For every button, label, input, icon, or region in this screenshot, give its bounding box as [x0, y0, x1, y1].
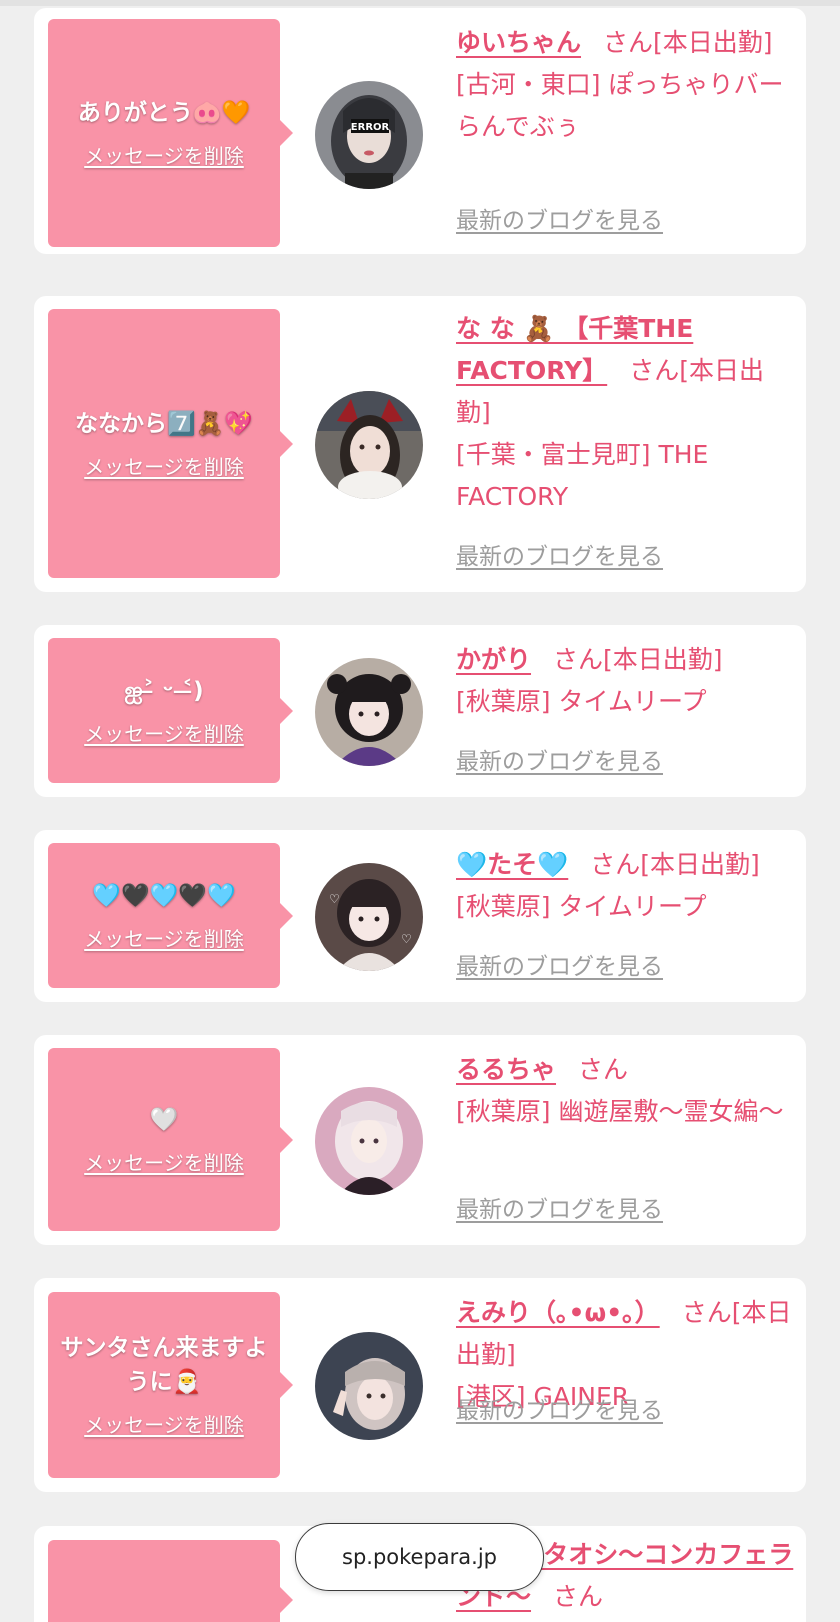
top-edge — [0, 0, 840, 6]
shop-name[interactable]: [千葉・富士見町] THE FACTORY — [456, 440, 708, 511]
shop-name[interactable]: [古河・東口] ぽっちゃりバー らんでぶぅ — [456, 70, 783, 141]
message-bubble: 🩵🖤🩵🖤🩵 メッセージを削除 — [48, 843, 293, 988]
cast-name-link[interactable]: ゆいちゃん — [456, 28, 581, 57]
message-bubble — [48, 1540, 293, 1622]
avatar[interactable] — [315, 1087, 423, 1195]
latest-blog-link[interactable]: 最新のブログを見る — [456, 205, 663, 237]
avatar-photo — [315, 658, 423, 766]
san-suffix: さん — [590, 850, 641, 879]
avatar[interactable] — [315, 391, 423, 499]
shop-name[interactable]: [秋葉原] 幽遊屋敷〜霊女編〜 — [456, 1097, 783, 1126]
message-bubble: ஐ˃̶ ᵕ ˂̶) メッセージを削除 — [48, 638, 293, 783]
latest-blog-link[interactable]: 最新のブログを見る — [456, 1194, 663, 1226]
avatar-photo: ERROR — [315, 81, 423, 189]
message-text: ありがとう🐽🧡 — [77, 100, 251, 126]
svg-text:♡: ♡ — [329, 892, 340, 906]
work-status: [本日出勤] — [603, 645, 723, 674]
message-bubble: ななから7️⃣🧸💖 メッセージを削除 — [48, 309, 293, 578]
svg-text:♡: ♡ — [401, 932, 412, 946]
message-text: ななから7️⃣🧸💖 — [75, 410, 253, 437]
message-bubble: 🤍 メッセージを削除 — [48, 1048, 293, 1231]
work-status: [本日出勤] — [653, 28, 773, 57]
latest-blog-link[interactable]: 最新のブログを見る — [456, 1395, 663, 1427]
page: ありがとう🐽🧡 メッセージを削除 ERROR ゆいちゃん さん[本日出勤] [古河… — [0, 0, 840, 1622]
list-item: ஐ˃̶ ᵕ ˂̶) メッセージを削除 かがり さん[本日出勤] [秋葉原] タイム… — [34, 625, 806, 797]
list-item: 🩵🖤🩵🖤🩵 メッセージを削除 ♡ ♡ 🩵たそ🩵 さん[本日出勤] [秋葉原] タイ… — [34, 830, 806, 1002]
cast-name-link[interactable]: るるちゃ — [456, 1055, 556, 1084]
list-item: ありがとう🐽🧡 メッセージを削除 ERROR ゆいちゃん さん[本日出勤] [古河… — [34, 8, 806, 254]
delete-message-link[interactable]: メッセージを削除 — [84, 142, 244, 170]
san-suffix: さん — [603, 28, 654, 57]
work-status: [本日出勤] — [640, 850, 760, 879]
avatar-photo — [315, 1332, 423, 1440]
url-bar[interactable]: sp.pokepara.jp — [295, 1523, 544, 1591]
latest-blog-link[interactable]: 最新のブログを見る — [456, 746, 663, 778]
cast-name-link[interactable]: かがり — [456, 645, 531, 674]
san-suffix: さん — [553, 1582, 604, 1611]
latest-blog-link[interactable]: 最新のブログを見る — [456, 541, 663, 573]
san-suffix: さん — [629, 356, 680, 385]
cast-name-link[interactable]: 🩵たそ🩵 — [456, 850, 568, 879]
avatar-photo: ♡ ♡ — [315, 863, 423, 971]
shop-name[interactable]: [秋葉原] タイムリープ — [456, 687, 706, 716]
delete-message-link[interactable]: メッセージを削除 — [84, 453, 244, 481]
avatar[interactable] — [315, 1332, 423, 1440]
message-bubble: ありがとう🐽🧡 メッセージを削除 — [48, 19, 293, 247]
cast-name-link[interactable]: えみり（｡•ω•｡） — [456, 1298, 660, 1327]
delete-message-link[interactable]: メッセージを削除 — [84, 1411, 244, 1439]
message-text: サンタさん来ますように🎅 — [60, 1335, 268, 1395]
cast-info: な な 🧸 【千葉THE FACTORY】 さん[本日出勤] [千葉・富士見町] … — [456, 308, 796, 518]
url-host: sp.pokepara.jp — [342, 1545, 497, 1569]
avatar[interactable]: ♡ ♡ — [315, 863, 423, 971]
delete-message-link[interactable]: メッセージを削除 — [84, 925, 244, 953]
avatar-photo — [315, 391, 423, 499]
message-text: 🤍 — [149, 1106, 179, 1133]
avatar[interactable]: ERROR — [315, 81, 423, 189]
san-suffix: さん — [681, 1298, 732, 1327]
list-item: ななから7️⃣🧸💖 メッセージを削除 な な 🧸 【千葉THE FACTORY】… — [34, 296, 806, 592]
latest-blog-link[interactable]: 最新のブログを見る — [456, 951, 663, 983]
shop-name[interactable]: [秋葉原] タイムリープ — [456, 892, 706, 921]
cast-info: 🩵たそ🩵 さん[本日出勤] [秋葉原] タイムリープ — [456, 844, 796, 928]
list-item: 🤍 メッセージを削除 るるちゃ さん [秋葉原] 幽遊屋敷〜霊女編〜 最新のブログ… — [34, 1035, 806, 1245]
avatar-overlay-text: ERROR — [351, 122, 390, 133]
message-text: 🩵🖤🩵🖤🩵 — [92, 882, 236, 909]
delete-message-link[interactable]: メッセージを削除 — [84, 720, 244, 748]
message-text: ஐ˃̶ ᵕ ˂̶) — [124, 677, 204, 704]
avatar-photo — [315, 1087, 423, 1195]
list-item: サンタさん来ますように🎅 メッセージを削除 えみり（｡•ω•｡） さん[本日出勤]… — [34, 1278, 806, 1492]
san-suffix: さん — [553, 645, 604, 674]
cast-info: かがり さん[本日出勤] [秋葉原] タイムリープ — [456, 639, 796, 723]
message-bubble: サンタさん来ますように🎅 メッセージを削除 — [48, 1292, 293, 1478]
delete-message-link[interactable]: メッセージを削除 — [84, 1149, 244, 1177]
cast-info: るるちゃ さん [秋葉原] 幽遊屋敷〜霊女編〜 — [456, 1049, 796, 1133]
san-suffix: さん — [578, 1055, 629, 1084]
cast-info: ゆいちゃん さん[本日出勤] [古河・東口] ぽっちゃりバー らんでぶぅ — [456, 22, 796, 148]
avatar[interactable] — [315, 658, 423, 766]
